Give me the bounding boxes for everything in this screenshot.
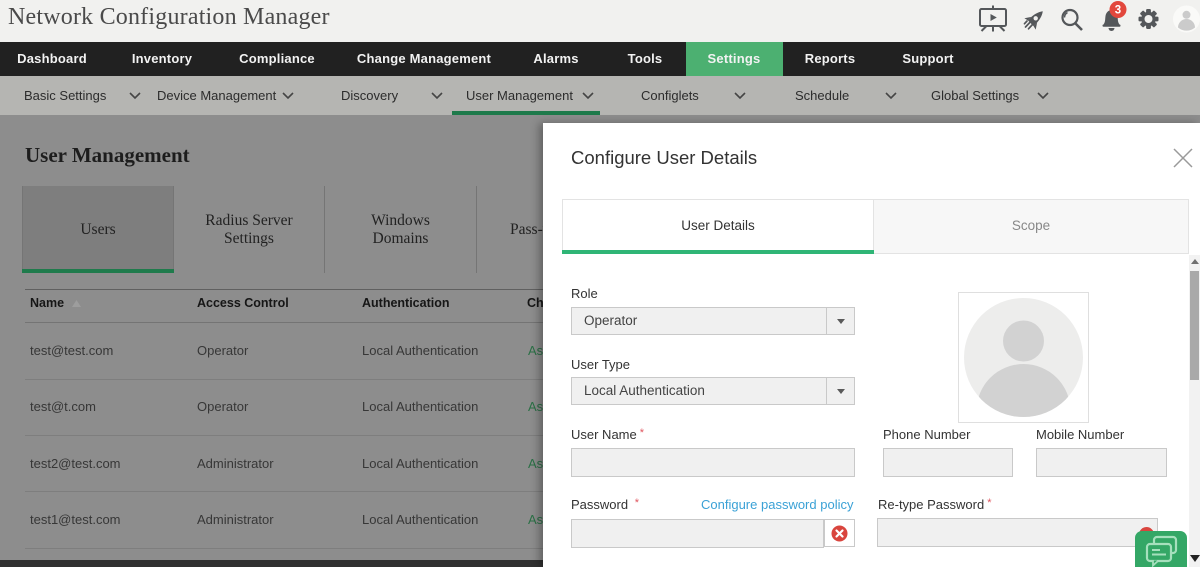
svg-text:3: 3 <box>1115 5 1121 17</box>
